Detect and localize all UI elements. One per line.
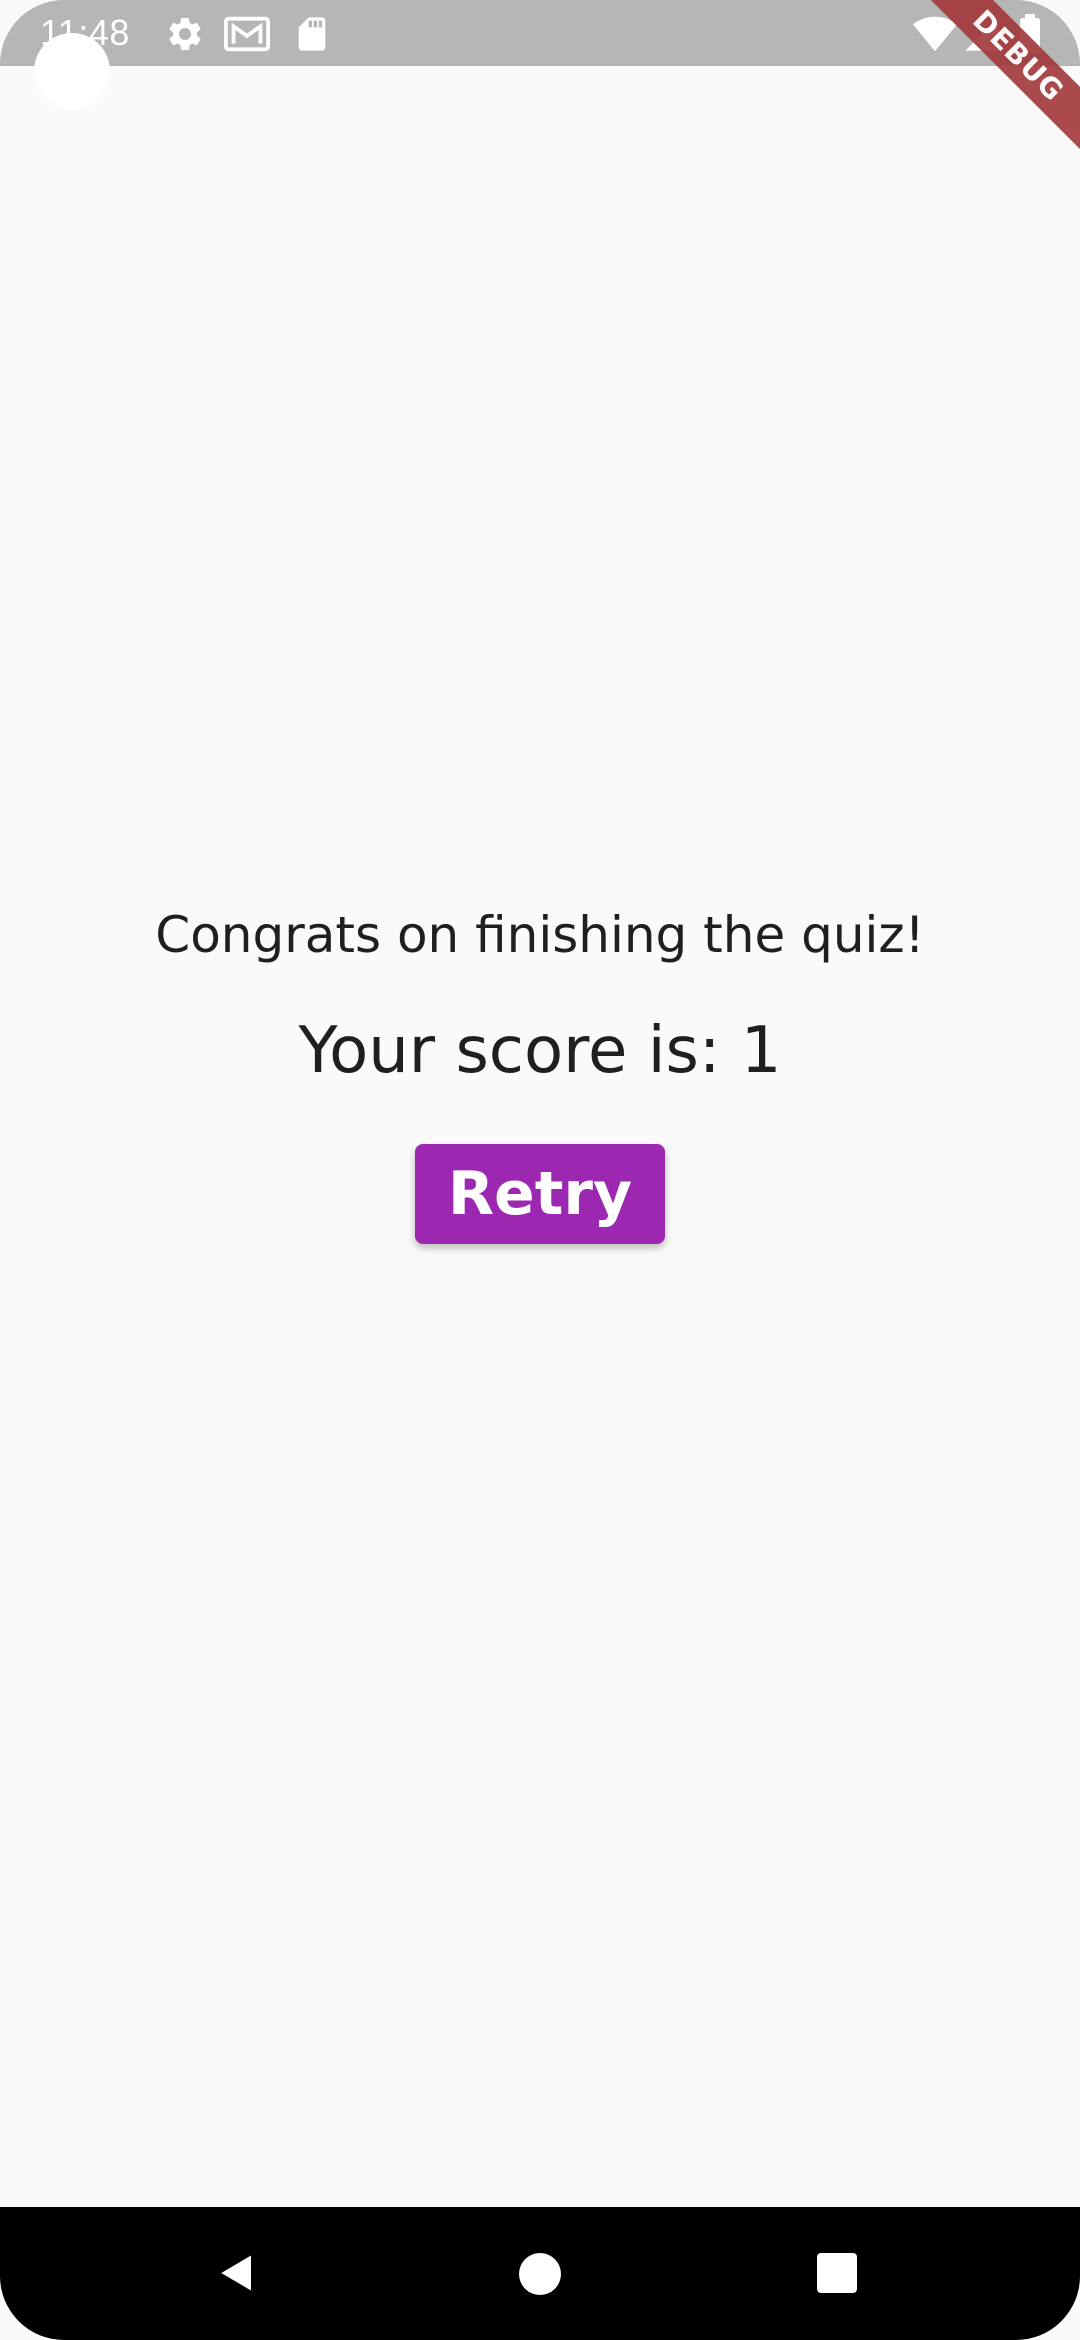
screen: 11:48 DEBUG Congrats on finishing the qu…: [0, 0, 1080, 2340]
status-bar: 11:48: [0, 0, 1080, 66]
gmail-icon: [224, 14, 270, 54]
camera-cutout: [34, 33, 110, 109]
navigation-bar: [0, 2207, 1080, 2340]
settings-icon: [165, 14, 205, 54]
congrats-message: Congrats on finishing the quiz!: [155, 906, 925, 964]
quiz-result-panel: Congrats on finishing the quiz! Your sco…: [0, 900, 1080, 1244]
recents-icon[interactable]: [817, 2253, 857, 2293]
score-text: Your score is: 1: [298, 1014, 782, 1088]
home-icon[interactable]: [519, 2253, 561, 2295]
sd-card-icon: [292, 14, 332, 54]
retry-button[interactable]: Retry: [415, 1144, 665, 1244]
back-icon[interactable]: [216, 2252, 258, 2294]
